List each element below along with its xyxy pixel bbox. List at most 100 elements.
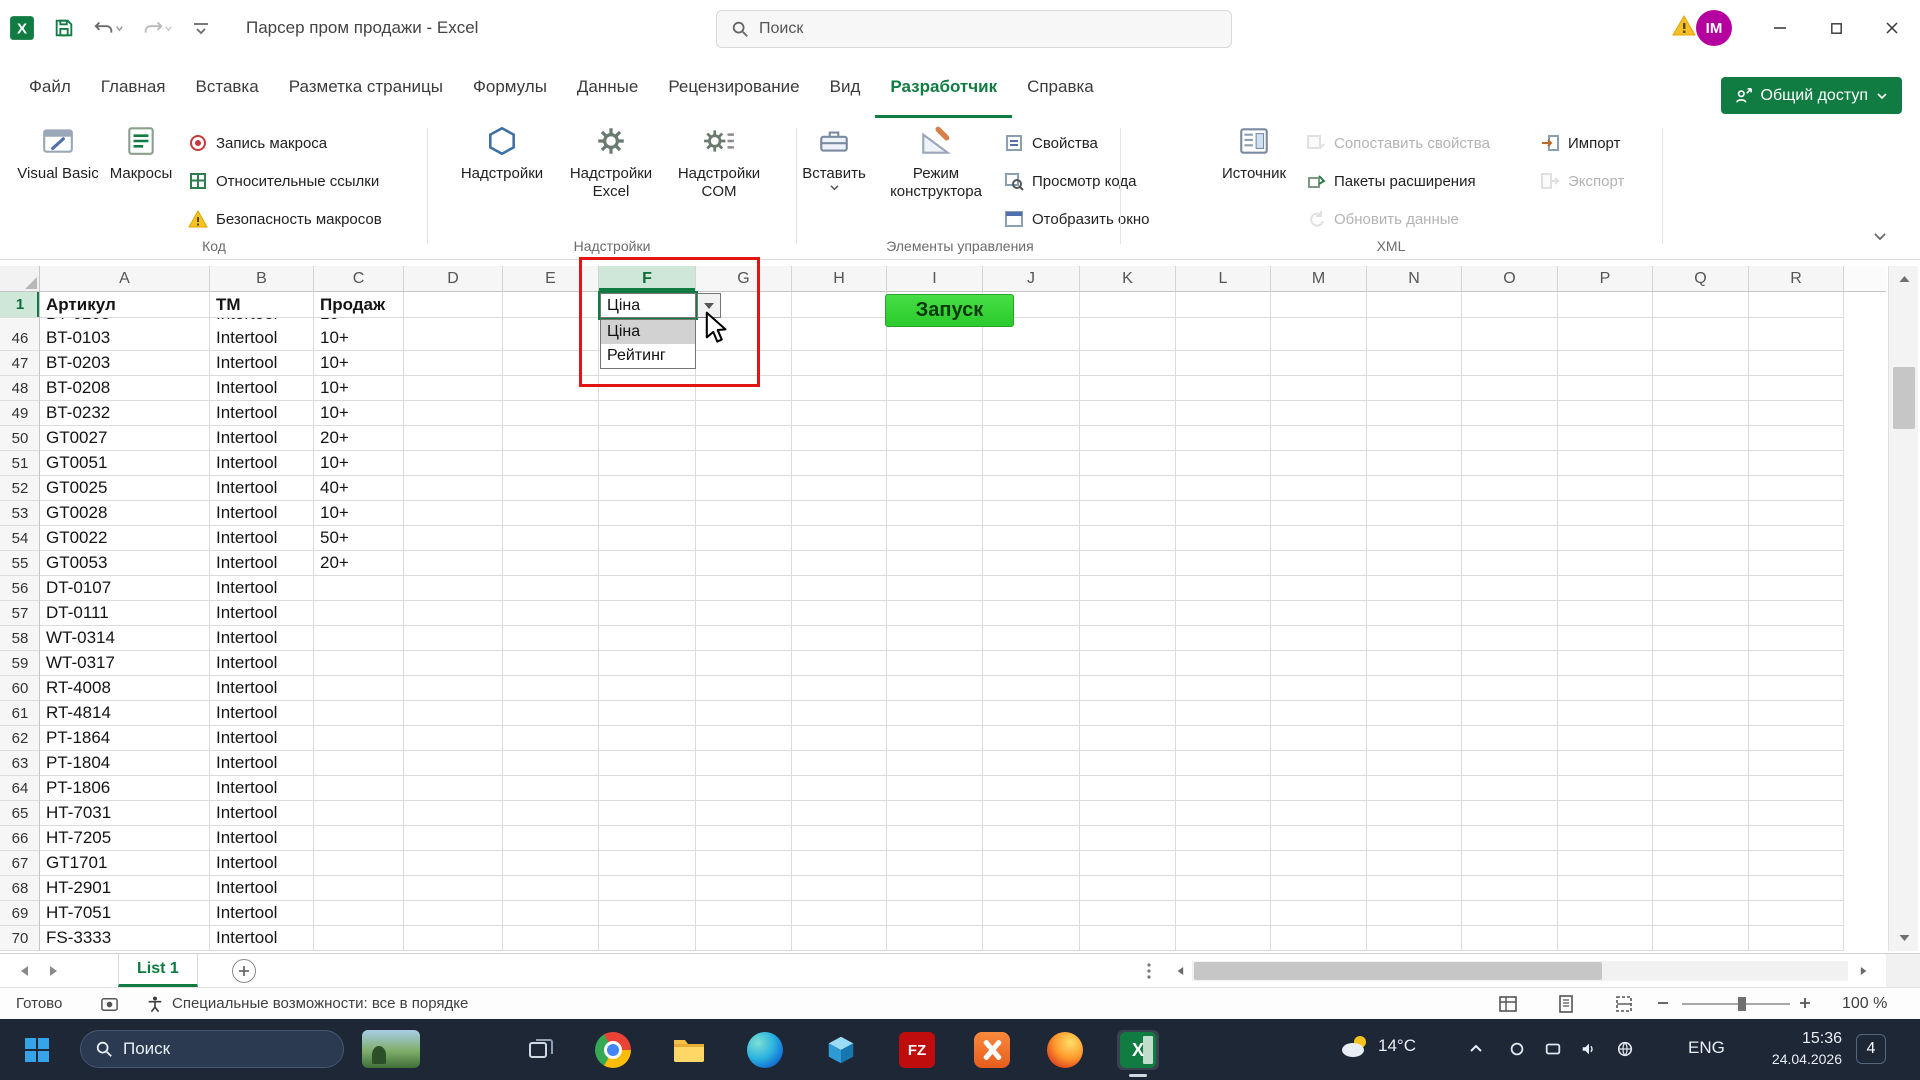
column-header[interactable]: R [1749, 266, 1844, 292]
tab-review[interactable]: Рецензирование [653, 56, 814, 118]
row-number[interactable]: 54 [0, 526, 40, 550]
export-button[interactable]: Экспорт [1540, 164, 1624, 198]
cell-articul[interactable]: BT-0203 [40, 351, 210, 375]
sheet-nav-left[interactable] [12, 960, 36, 982]
cell-sales[interactable]: 10+ [314, 326, 404, 350]
cell-sales[interactable]: 10+ [314, 501, 404, 525]
zoom-in-button[interactable] [1798, 996, 1812, 1015]
row-number[interactable]: 53 [0, 501, 40, 525]
cell-articul[interactable]: PT-1804 [40, 751, 210, 775]
expansion-packs-button[interactable]: Пакеты расширения [1306, 164, 1490, 198]
column-header[interactable]: L [1176, 266, 1271, 292]
row-number[interactable]: 46 [0, 326, 40, 350]
column-header[interactable]: K [1080, 266, 1176, 292]
widgets-button[interactable] [362, 1030, 420, 1068]
cell-sales[interactable] [314, 626, 404, 650]
cell-tm[interactable]: Intertool [210, 526, 314, 550]
horizontal-scrollbar[interactable] [1192, 961, 1848, 981]
row-number[interactable]: 63 [0, 751, 40, 775]
cell-tm[interactable]: Intertool [210, 676, 314, 700]
row-number[interactable]: 60 [0, 676, 40, 700]
hscroll-right-button[interactable] [1852, 960, 1876, 982]
cell-articul[interactable]: BT-0232 [40, 401, 210, 425]
row-number[interactable]: 69 [0, 901, 40, 925]
cell-tm[interactable]: Intertool [210, 926, 314, 950]
row-number[interactable]: 1 [0, 292, 40, 317]
cell-articul[interactable]: WT-0314 [40, 626, 210, 650]
cell-tm[interactable]: Intertool [210, 901, 314, 925]
view-code-button[interactable]: Просмотр кода [1004, 164, 1149, 198]
cell-tm[interactable]: Intertool [210, 751, 314, 775]
xampp-icon[interactable] [971, 1030, 1013, 1070]
excel-taskbar-icon[interactable]: X [1117, 1030, 1159, 1077]
cell-tm[interactable]: Intertool [210, 576, 314, 600]
save-button[interactable] [44, 8, 84, 48]
maximize-button[interactable] [1808, 0, 1864, 56]
cell-tm[interactable]: Intertool [210, 401, 314, 425]
cell-sales[interactable]: 40+ [314, 476, 404, 500]
collapse-ribbon-button[interactable] [1872, 230, 1888, 249]
scroll-down-button[interactable] [1889, 925, 1919, 951]
combobox-dropdown-button[interactable] [697, 293, 721, 318]
cell-tm[interactable]: Intertool [210, 351, 314, 375]
column-header[interactable]: N [1367, 266, 1462, 292]
firefox-icon[interactable] [1044, 1030, 1086, 1070]
cell-sales[interactable] [314, 676, 404, 700]
cell-sales[interactable] [314, 901, 404, 925]
com-addins-button[interactable]: Надстройки COM [675, 124, 763, 252]
dropdown-option[interactable]: Ціна [601, 320, 695, 344]
macros-button[interactable]: Макросы [102, 124, 180, 252]
tab-insert[interactable]: Вставка [181, 56, 274, 118]
column-header[interactable]: A [40, 266, 210, 292]
cell-articul[interactable]: GT0025 [40, 476, 210, 500]
excel-logo-icon[interactable]: X [0, 8, 44, 48]
combobox-value[interactable]: Ціна [600, 293, 696, 318]
row-number[interactable]: 61 [0, 701, 40, 725]
row-number[interactable]: 65 [0, 801, 40, 825]
column-header[interactable]: J [983, 266, 1080, 292]
undo-button[interactable] [84, 8, 133, 48]
column-header[interactable]: P [1558, 266, 1653, 292]
cell-tm[interactable]: Intertool [210, 601, 314, 625]
tab-view[interactable]: Вид [815, 56, 876, 118]
tab-file[interactable]: Файл [14, 56, 86, 118]
volume-icon[interactable] [1580, 1040, 1598, 1063]
cell-tm[interactable]: Intertool [210, 326, 314, 350]
avatar[interactable]: IM [1696, 10, 1732, 46]
horizontal-scroll-thumb[interactable] [1194, 962, 1602, 980]
xml-source-button[interactable]: Источник [1216, 124, 1292, 252]
row-number[interactable]: 57 [0, 601, 40, 625]
cell-sales[interactable] [314, 726, 404, 750]
cell-sales[interactable] [314, 601, 404, 625]
column-header[interactable]: F [599, 266, 696, 292]
cell-articul[interactable]: GT1701 [40, 851, 210, 875]
cell-tm[interactable]: Intertool [210, 501, 314, 525]
column-header[interactable]: Q [1653, 266, 1749, 292]
properties-button[interactable]: Свойства [1004, 126, 1149, 160]
cell-tm[interactable]: Intertool [210, 851, 314, 875]
cell-sales[interactable] [314, 876, 404, 900]
cell-sales[interactable]: 20+ [314, 551, 404, 575]
cell-articul[interactable]: PT-1864 [40, 726, 210, 750]
dropdown-option[interactable]: Рейтинг [601, 344, 695, 368]
page-break-view-button[interactable] [1614, 994, 1634, 1019]
row-number[interactable]: 51 [0, 451, 40, 475]
tray-app-icon[interactable] [1508, 1040, 1526, 1063]
cell-tm[interactable]: Intertool [210, 426, 314, 450]
cell-articul[interactable]: PT-1806 [40, 776, 210, 800]
hscroll-left-button[interactable] [1168, 960, 1192, 982]
cell-articul[interactable]: DT-0111 [40, 601, 210, 625]
cell-sales[interactable]: 20+ [314, 426, 404, 450]
edge-icon[interactable] [744, 1030, 786, 1070]
cell-sales[interactable] [314, 801, 404, 825]
refresh-data-button[interactable]: Обновить данные [1306, 202, 1490, 236]
record-macro-button[interactable]: Запись макроса [188, 126, 382, 160]
row-number[interactable]: 67 [0, 851, 40, 875]
task-view-button[interactable] [520, 1030, 562, 1070]
cell-articul[interactable]: FS-3333 [40, 926, 210, 950]
clock[interactable]: 15:36 24.04.2026 [1742, 1029, 1842, 1069]
excel-addins-button[interactable]: Надстройки Excel [563, 124, 659, 252]
file-explorer-icon[interactable] [668, 1030, 710, 1070]
cell-tm-header[interactable]: ТМ [210, 292, 314, 317]
network-icon[interactable] [1616, 1040, 1634, 1063]
